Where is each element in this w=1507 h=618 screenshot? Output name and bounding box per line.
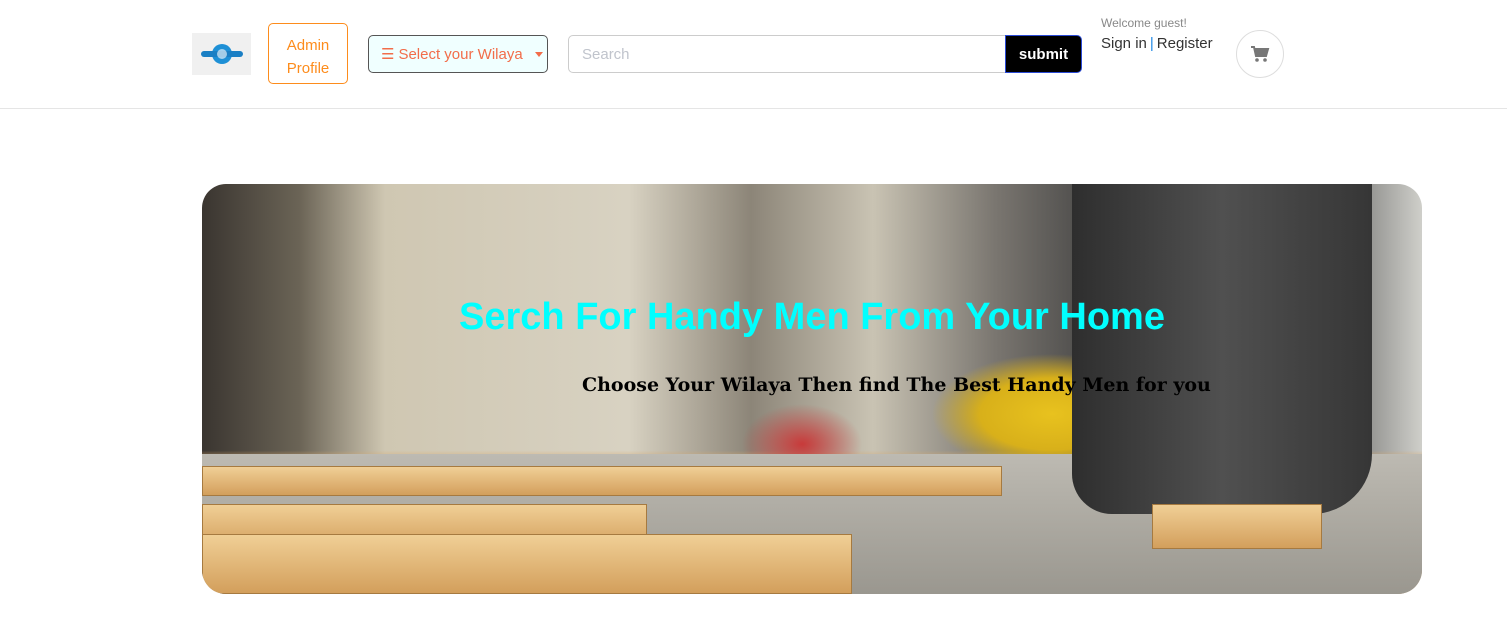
hero-subtitle: Choose Your Wilaya Then find The Best Ha… [582,374,1211,396]
wood-board [1152,504,1322,549]
menu-icon: ☰ [381,46,395,63]
register-link[interactable]: Register [1157,35,1213,52]
submit-button[interactable]: submit [1005,35,1082,73]
wilaya-select-dropdown[interactable]: ☰ Select your Wilaya [368,35,548,73]
wrench-gear-logo-icon [200,44,243,64]
hero-title: Serch For Handy Men From Your Home [459,296,1165,338]
site-logo[interactable] [192,33,251,75]
admin-profile-button[interactable]: Admin Profile [268,23,348,84]
shopping-cart-icon [1251,46,1270,62]
welcome-text: Welcome guest! [1101,16,1187,30]
caret-down-icon [534,51,543,57]
hero-worker [1072,184,1372,514]
auth-links: Sign in | Register [1101,35,1213,52]
sign-in-link[interactable]: Sign in [1101,35,1147,52]
hero-banner: Serch For Handy Men From Your Home Choos… [202,184,1422,594]
wilaya-select-label: Select your Wilaya [398,45,523,63]
search-input[interactable] [568,35,1006,73]
wood-board [202,534,852,594]
cart-button[interactable] [1236,30,1284,78]
site-header: Admin Profile ☰ Select your Wilaya submi… [0,0,1507,109]
separator: | [1149,35,1154,52]
wood-board [202,466,1002,496]
